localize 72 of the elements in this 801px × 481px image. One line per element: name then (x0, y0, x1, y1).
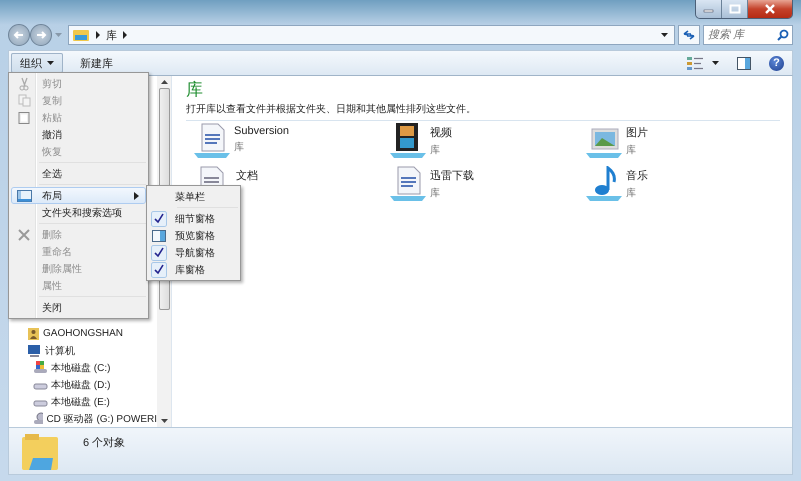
copy-icon (18, 94, 30, 107)
document-icon (192, 123, 232, 159)
maximize-button[interactable] (722, 0, 748, 18)
clipboard-icon (18, 111, 30, 124)
menu-item[interactable]: 全选 (11, 165, 146, 182)
preview-pane-icon[interactable] (737, 56, 751, 70)
address-bar[interactable]: 库 (68, 25, 675, 45)
music-note-icon (584, 166, 624, 202)
toolbar-button[interactable]: 新建库 (71, 53, 122, 73)
navigation-item[interactable]: 计算机 (27, 342, 157, 359)
toolbar-button[interactable]: 组织 (11, 53, 63, 73)
menu-item[interactable]: 菜单栏 (149, 188, 238, 205)
navigation-item[interactable]: CD 驱动器 (G:) POWERI (27, 410, 157, 427)
library-type: 库 (234, 140, 245, 154)
menu-item[interactable]: 库窗格 (149, 261, 238, 278)
library-name: 文档 (236, 168, 258, 183)
menu-item[interactable]: 细节窗格 (149, 210, 238, 227)
library-type: 库 (430, 144, 441, 157)
library-name: 迅雷下载 (430, 169, 474, 183)
menu-item[interactable]: 导航窗格 (149, 244, 238, 261)
search-field[interactable]: 搜索 库 (703, 25, 793, 45)
chevron-icon[interactable] (122, 31, 128, 39)
search-icon[interactable] (777, 29, 789, 41)
system-drive-icon (33, 361, 48, 374)
library-name: 音乐 (626, 168, 648, 183)
refresh-icon (682, 29, 696, 41)
library-folder-icon (21, 432, 59, 472)
menu-item[interactable]: 撤消 (11, 126, 146, 143)
menu-item[interactable]: 布局 (11, 187, 146, 204)
breadcrumb-item[interactable]: 库 (106, 28, 117, 42)
library-title: 库 (186, 79, 204, 101)
library-description: 打开库以查看文件并根据文件夹、日期和其他属性排列这些文件。 (186, 102, 477, 116)
forward-arrow-icon (35, 30, 47, 40)
folder-icon (72, 28, 90, 42)
preview-pane-icon (151, 228, 167, 244)
close-button[interactable] (748, 0, 792, 18)
computer-icon (27, 344, 42, 358)
scroll-down-icon[interactable] (160, 419, 168, 423)
film-icon (388, 123, 428, 159)
delete-icon (18, 228, 30, 240)
navigation-item[interactable]: 本地磁盘 (E:) (27, 393, 157, 410)
library-type: 库 (626, 144, 637, 157)
library-name: 图片 (626, 126, 648, 140)
scissors-icon (18, 76, 30, 90)
caret-icon[interactable] (712, 61, 719, 65)
layout-icon (16, 190, 32, 202)
chevron-icon (95, 31, 101, 39)
item-count: 6 个对象 (83, 436, 126, 450)
library-name: Subversion (234, 125, 290, 137)
menu-item[interactable]: 预览窗格 (149, 227, 238, 244)
refresh-button[interactable] (678, 25, 700, 45)
back-button[interactable] (8, 24, 30, 46)
cd-drive-icon (33, 412, 44, 425)
library-name: 视频 (430, 126, 452, 140)
user-folder-icon (27, 326, 40, 340)
view-options-icon[interactable] (686, 56, 704, 70)
minimize-button[interactable] (696, 0, 722, 18)
close-icon (764, 4, 776, 14)
back-arrow-icon (13, 30, 25, 40)
forward-button[interactable] (30, 24, 52, 46)
help-icon[interactable]: ? (769, 56, 784, 70)
maximize-icon (728, 4, 740, 14)
document-icon (388, 166, 428, 202)
scroll-up-icon[interactable] (160, 80, 168, 84)
navigation-item[interactable]: 本地磁盘 (C:) (27, 359, 157, 376)
navigation-item[interactable]: 本地磁盘 (D:) (27, 376, 157, 393)
navigation-item[interactable]: GAOHONGSHAN (27, 325, 157, 342)
library-type: 库 (430, 186, 441, 200)
menu-item[interactable]: 文件夹和搜索选项 (11, 204, 146, 221)
menu-item[interactable]: 关闭 (11, 299, 146, 316)
dropdown-icon[interactable] (661, 32, 668, 38)
library-type: 库 (626, 186, 637, 200)
